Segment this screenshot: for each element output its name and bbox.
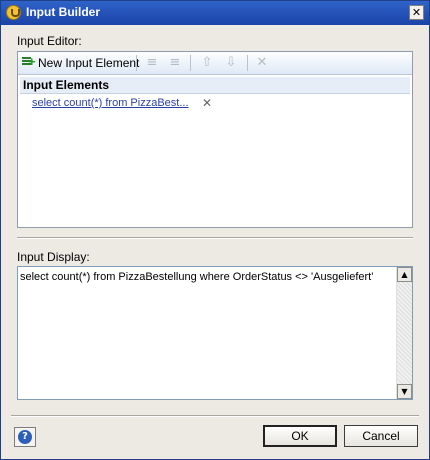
toolbar-separator [247,55,248,71]
vertical-scrollbar[interactable]: ▲ ▼ [396,267,412,399]
input-editor-label: Input Editor: [17,34,82,48]
panel-divider[interactable] [17,237,413,239]
new-input-element-button[interactable]: New Input Element [22,54,140,71]
input-elements-header: Input Elements [20,77,410,94]
help-button[interactable]: ? [14,427,36,447]
button-bar-separator [11,415,419,417]
ok-button[interactable]: OK [263,425,337,447]
input-element-link[interactable]: select count(*) from PizzaBest... [32,97,189,109]
indent-icon[interactable]: ≡ [144,56,160,70]
toolbar-separator [190,55,191,71]
app-icon [6,5,21,20]
delete-icon[interactable]: ✕ [254,56,270,70]
input-display-area[interactable]: select count(*) from PizzaBestellung whe… [17,266,413,400]
input-editor-panel: New Input Element ≡ ≡ ⇧ ⇩ ✕ Input Elemen… [17,51,413,228]
move-up-icon[interactable]: ⇧ [199,56,215,70]
scroll-down-icon[interactable]: ▼ [397,384,412,399]
editor-toolbar: New Input Element ≡ ≡ ⇧ ⇩ ✕ [18,52,412,75]
dialog-title: Input Builder [26,5,100,19]
add-element-icon [22,54,36,70]
toolbar-separator [136,55,137,71]
outdent-icon[interactable]: ≡ [167,56,183,70]
input-display-text: select count(*) from PizzaBestellung whe… [20,271,374,283]
new-input-element-label: New Input Element [38,56,140,70]
move-down-icon[interactable]: ⇩ [223,56,239,70]
input-display-label: Input Display: [17,250,90,264]
input-builder-dialog: Input Builder ✕ Input Editor: New Input … [0,0,430,460]
remove-element-icon[interactable]: ✕ [202,96,212,110]
scroll-up-icon[interactable]: ▲ [397,267,412,282]
title-bar[interactable]: Input Builder ✕ [1,1,429,25]
cancel-button[interactable]: Cancel [344,425,418,447]
help-icon: ? [18,430,32,444]
close-button[interactable]: ✕ [409,5,424,20]
